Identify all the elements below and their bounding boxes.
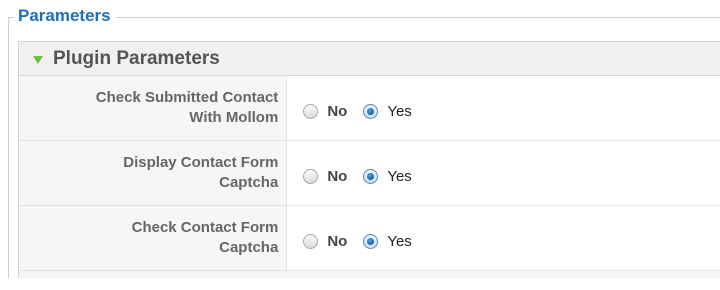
plugin-parameters-pane: Plugin Parameters Check Submitted Contac… [18,41,720,278]
radio-no[interactable] [303,233,319,249]
param-label-line2: Captcha [219,174,279,191]
param-label: Check Contact Form Captcha [19,205,288,271]
radio-group: No Yes [303,233,720,250]
param-label-line2: With Mollom [189,109,279,126]
expand-triangle-icon [33,55,43,64]
plugin-parameters-toggle[interactable]: Plugin Parameters [19,42,720,76]
param-label-line1: Check Contact Form [131,219,279,236]
radio-yes[interactable] [363,168,379,184]
radio-yes-label[interactable]: Yes [387,168,411,185]
radio-no[interactable] [303,168,319,184]
radio-group: No Yes [303,103,720,120]
param-value: No Yes [286,76,720,141]
radio-no[interactable] [303,103,319,119]
params-table: Check Submitted Contact With Mollom No Y… [19,76,720,271]
radio-yes[interactable] [363,103,379,119]
parameters-legend: Parameters [14,5,116,27]
radio-no-label[interactable]: No [327,168,347,185]
param-label-line1: Check Submitted Contact [95,89,279,106]
param-value: No Yes [286,205,720,271]
param-row-check-contact-form-captcha: Check Contact Form Captcha No Yes [19,205,720,271]
param-value: No Yes [286,140,720,206]
param-label: Display Contact Form Captcha [19,140,288,206]
radio-yes-label[interactable]: Yes [387,103,411,120]
radio-yes[interactable] [363,233,379,249]
radio-group: No Yes [303,168,720,185]
param-label-line1: Display Contact Form [123,154,279,171]
radio-no-label[interactable]: No [327,233,347,250]
radio-yes-label[interactable]: Yes [387,233,411,250]
radio-no-label[interactable]: No [327,103,347,120]
param-row-check-submitted-contact: Check Submitted Contact With Mollom No Y… [19,76,720,141]
pane-title: Plugin Parameters [53,47,220,69]
param-label-line2: Captcha [219,239,279,256]
param-label: Check Submitted Contact With Mollom [19,76,288,141]
param-row-display-contact-form-captcha: Display Contact Form Captcha No Yes [19,140,720,206]
